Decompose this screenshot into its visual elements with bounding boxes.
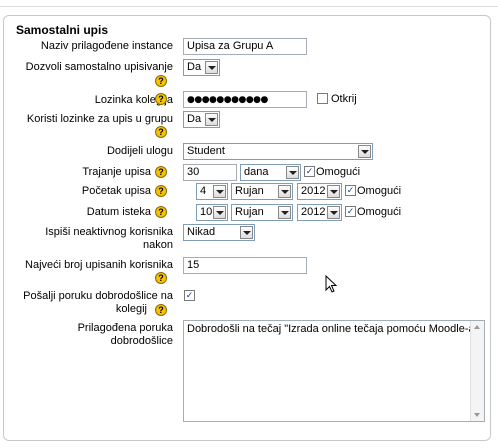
end-year-select[interactable]: 2012 (297, 204, 342, 221)
chevron-down-icon (278, 206, 291, 219)
start-year-value: 2012 (301, 185, 326, 197)
end-date-label: Datum isteka (86, 206, 151, 218)
assign-role-select[interactable]: Student (183, 143, 373, 160)
enrol-period-enable-checkbox[interactable]: ✓ (304, 166, 315, 177)
chevron-down-icon (205, 113, 218, 126)
enrol-period-label: Trajanje upisa (82, 166, 151, 178)
unenrol-inactive-label-line1: Ispiši neaktivnog korisnika (45, 226, 173, 238)
custom-welcome-textarea[interactable]: Dobrodošli na tečaj "Izrada online tečaj… (183, 320, 485, 422)
help-icon[interactable]: ? (155, 75, 167, 87)
start-day-select[interactable]: 4 (196, 183, 228, 200)
start-date-enable-label: Omogući (357, 185, 402, 197)
textarea-scrollbar[interactable] (470, 321, 484, 421)
chevron-down-icon (213, 206, 226, 219)
enrol-period-unit-value: dana (244, 166, 269, 178)
custom-welcome-text: Dobrodošli na tečaj "Izrada online tečaj… (187, 323, 479, 335)
group-keys-value: Da (187, 113, 202, 125)
instance-name-label: Naziv prilagođene instance (40, 40, 173, 52)
start-date-enable-checkbox[interactable]: ✓ (345, 185, 356, 196)
send-welcome-label-line1: Pošalji poruku dobrodošlice na (23, 290, 173, 302)
help-icon[interactable]: ? (155, 166, 167, 178)
unenrol-inactive-value: Nikad (187, 226, 216, 238)
enrol-period-unit-select[interactable]: dana (240, 164, 301, 181)
reveal-key-checkbox[interactable] (317, 93, 328, 104)
custom-welcome-label-line2: dobrodošlice (110, 335, 173, 347)
help-icon[interactable]: ? (155, 206, 167, 218)
help-icon[interactable]: ? (155, 272, 167, 284)
group-keys-select[interactable]: Da (183, 111, 220, 128)
unenrol-inactive-label-line2: nakon (143, 239, 173, 251)
unenrol-inactive-label: Ispiši neaktivnog korisnika nakon (0, 226, 173, 252)
enrol-period-input[interactable]: 30 (183, 164, 237, 181)
scroll-down-icon[interactable] (474, 413, 480, 417)
start-month-value: Rujan (235, 185, 264, 197)
end-date-enable-label: Omogući (357, 206, 402, 218)
section-divider (0, 6, 498, 7)
custom-welcome-label-line1: Prilagođena poruka (77, 322, 173, 334)
allow-self-enrol-label: Dozvoli samostalno upisivanje (25, 61, 173, 73)
chevron-down-icon (286, 166, 299, 179)
chevron-down-icon (278, 185, 291, 198)
fieldset-legend: Samostalni upis (13, 23, 112, 37)
end-date-enable-checkbox[interactable]: ✓ (345, 206, 356, 217)
group-keys-label: Koristi lozinke za upis u grupu (26, 113, 173, 125)
help-icon[interactable]: ? (155, 126, 167, 138)
help-icon[interactable]: ? (155, 304, 167, 316)
end-year-value: 2012 (301, 206, 326, 218)
max-enrolled-label: Najveći broj upisanih korisnika (25, 259, 173, 271)
end-day-value: 10 (200, 206, 213, 218)
chevron-down-icon (358, 145, 371, 158)
instance-name-input[interactable]: Upisa za Grupu A (183, 38, 307, 55)
scroll-up-icon[interactable] (474, 325, 480, 329)
chevron-down-icon (327, 185, 340, 198)
assign-role-label: Dodijeli ulogu (106, 145, 173, 157)
start-month-select[interactable]: Rujan (231, 183, 293, 200)
help-icon[interactable]: ? (155, 185, 167, 197)
mouse-cursor-icon (325, 275, 338, 293)
send-welcome-checkbox[interactable]: ✓ (184, 290, 195, 301)
start-year-select[interactable]: 2012 (297, 183, 342, 200)
chevron-down-icon (327, 206, 340, 219)
end-day-select[interactable]: 10 (196, 204, 228, 221)
enrol-key-input[interactable]: ●●●●●●●●●●● (183, 91, 307, 108)
chevron-down-icon (240, 226, 253, 239)
reveal-key-label: Otkrij (331, 93, 357, 105)
send-welcome-label: Pošalji poruku dobrodošlice na kolegij (0, 290, 173, 316)
enrol-period-enable-label: Omogući (316, 166, 361, 178)
custom-welcome-label: Prilagođena poruka dobrodošlice (0, 322, 173, 348)
end-month-select[interactable]: Rujan (231, 204, 293, 221)
help-icon[interactable]: ? (155, 93, 167, 105)
start-date-label: Početak upisa (81, 185, 151, 197)
unenrol-inactive-select[interactable]: Nikad (183, 224, 255, 241)
chevron-down-icon (205, 61, 218, 74)
max-enrolled-input[interactable]: 15 (183, 257, 307, 274)
end-month-value: Rujan (235, 206, 264, 218)
chevron-down-icon (213, 185, 226, 198)
assign-role-value: Student (187, 145, 225, 157)
enrol-key-label: Lozinka kolegija (94, 94, 173, 106)
start-day-value: 4 (200, 185, 207, 197)
allow-self-enrol-value: Da (187, 61, 202, 73)
allow-self-enrol-select[interactable]: Da (183, 59, 220, 76)
